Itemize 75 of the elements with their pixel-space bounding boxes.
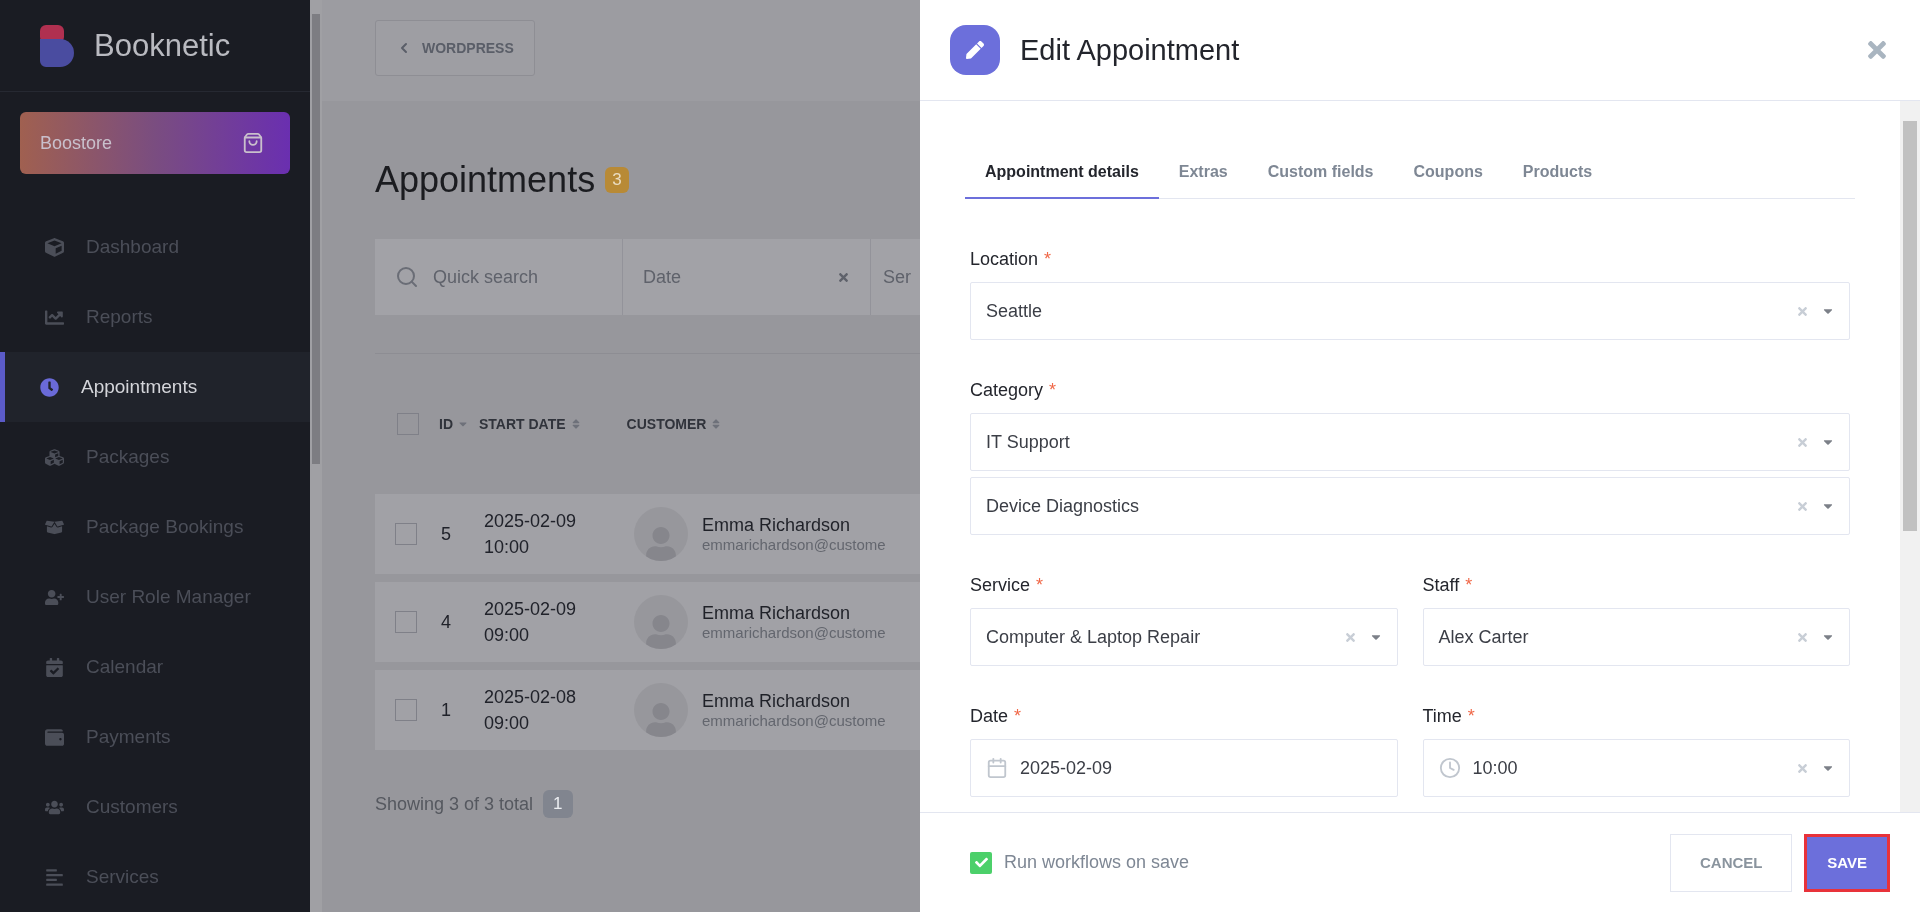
clear-icon[interactable] bbox=[1796, 761, 1809, 775]
customer-name: Emma Richardson bbox=[702, 691, 852, 712]
customer-name: Emma Richardson bbox=[702, 603, 852, 624]
tab[interactable]: Coupons bbox=[1393, 153, 1503, 199]
filter-field[interactable]: Date bbox=[643, 266, 823, 288]
nav-icon bbox=[40, 377, 59, 397]
page-title: Appointments bbox=[375, 159, 596, 201]
sidebar-item[interactable]: Appointments bbox=[0, 352, 310, 422]
customer-name: Emma Richardson bbox=[702, 515, 852, 536]
table-cell-text: 1 bbox=[441, 699, 452, 721]
field-label: Service * bbox=[970, 575, 1045, 596]
clear-icon[interactable] bbox=[1796, 630, 1809, 644]
checkbox[interactable] bbox=[395, 611, 417, 633]
checkbox[interactable] bbox=[397, 413, 419, 435]
checkbox[interactable] bbox=[395, 699, 417, 721]
logo-icon bbox=[40, 24, 76, 67]
nav-icon bbox=[45, 867, 64, 887]
page-button[interactable]: 1 bbox=[543, 790, 573, 818]
tab[interactable]: Appointment details bbox=[965, 153, 1159, 199]
nav-icon bbox=[45, 447, 64, 467]
search-field[interactable]: Quick search bbox=[433, 266, 602, 288]
calendar-icon bbox=[986, 757, 1008, 779]
clear-icon[interactable] bbox=[1796, 499, 1809, 513]
field-label: Time * bbox=[1422, 706, 1476, 727]
clear-icon[interactable] bbox=[1796, 304, 1809, 318]
customer-email: emmarichardson@custome bbox=[702, 712, 886, 729]
nav-icon bbox=[45, 307, 64, 327]
clear-icon[interactable] bbox=[1796, 435, 1809, 449]
customer-email: emmarichardson@custome bbox=[702, 536, 886, 553]
summary-text: Showing 3 of 3 total bbox=[375, 793, 534, 815]
checkbox[interactable] bbox=[395, 523, 417, 545]
field-label: Date * bbox=[970, 706, 1023, 727]
checkbox[interactable] bbox=[970, 851, 992, 874]
select-field[interactable]: Alex Carter bbox=[1422, 608, 1850, 666]
time-select[interactable]: 10:00 bbox=[1422, 739, 1850, 797]
nav-icon bbox=[45, 237, 64, 257]
table-cell-text: 2025-02-08 09:00 bbox=[484, 686, 578, 735]
panel-title: Edit Appointment bbox=[1020, 33, 1241, 67]
clock-icon bbox=[1438, 757, 1461, 779]
clear-icon[interactable] bbox=[837, 270, 850, 284]
tab[interactable]: Products bbox=[1502, 153, 1613, 199]
table-cell-text: 5 bbox=[441, 523, 452, 545]
select-field[interactable]: Device Diagnostics bbox=[970, 477, 1850, 535]
table-cell-text: 2025-02-09 10:00 bbox=[484, 510, 578, 559]
check-icon bbox=[974, 856, 988, 869]
checkbox-label: Run workflows on save bbox=[1004, 852, 1191, 873]
customer-email: emmarichardson@custome bbox=[702, 624, 886, 641]
store-button[interactable]: Boostore bbox=[20, 112, 290, 174]
field-label: Category * bbox=[970, 380, 1058, 401]
cancel-button[interactable]: CANCEL bbox=[1670, 833, 1793, 892]
column-header[interactable]: CUSTOMER bbox=[626, 416, 723, 432]
tab[interactable]: Custom fields bbox=[1247, 153, 1394, 199]
nav-icon bbox=[45, 587, 64, 607]
tab[interactable]: Extras bbox=[1158, 153, 1248, 199]
nav-icon bbox=[45, 657, 64, 677]
column-header[interactable]: ID bbox=[439, 416, 469, 432]
select-field[interactable]: IT Support bbox=[970, 413, 1850, 471]
nav-icon bbox=[45, 727, 64, 747]
back-button[interactable]: WORDPRESS bbox=[375, 20, 535, 76]
filter-field[interactable]: Ser bbox=[883, 266, 911, 288]
select-field[interactable]: Computer & Laptop Repair bbox=[970, 608, 1398, 666]
table-cell-text: 4 bbox=[441, 611, 452, 633]
table-cell-text: 2025-02-09 09:00 bbox=[484, 598, 578, 647]
count-badge: 3 bbox=[605, 167, 629, 193]
save-button[interactable]: SAVE bbox=[1804, 833, 1890, 892]
shopping-bag-icon bbox=[242, 132, 264, 155]
field-label: Staff * bbox=[1422, 575, 1474, 596]
search-icon bbox=[395, 265, 419, 289]
column-header[interactable]: START DATE bbox=[479, 416, 582, 432]
brand-name: Booknetic bbox=[94, 27, 231, 64]
clear-icon[interactable] bbox=[1343, 630, 1357, 644]
pencil-icon bbox=[950, 25, 1000, 75]
date-input[interactable]: 2025-02-09 bbox=[970, 739, 1398, 797]
field-label: Location * bbox=[970, 249, 1053, 270]
select-field[interactable]: Seattle bbox=[970, 282, 1850, 340]
